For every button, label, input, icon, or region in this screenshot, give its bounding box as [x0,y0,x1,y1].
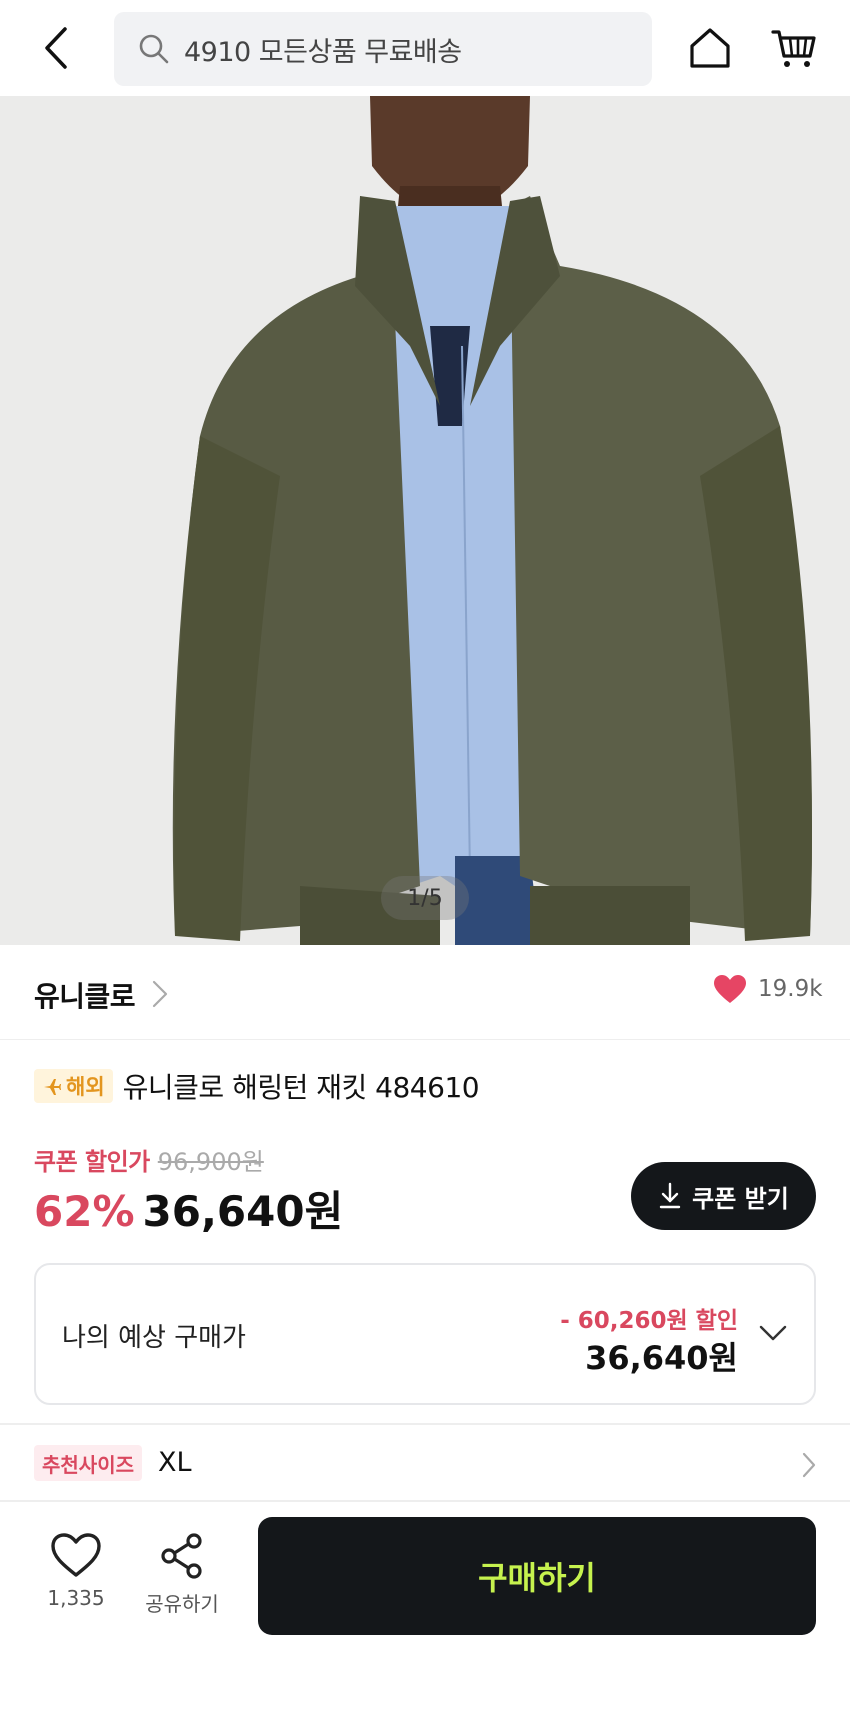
recommended-size-badge: 추천사이즈 [34,1445,142,1481]
wishlist-button[interactable]: 1,335 [44,1532,108,1632]
cart-button[interactable] [770,24,818,72]
heart-outline-icon [51,1533,101,1577]
product-photo [0,96,850,945]
chevron-right-icon [802,1452,816,1478]
brand-like-button[interactable]: 19.9k [712,973,823,1005]
image-counter: 1/5 [381,876,469,920]
search-input[interactable]: 4910 모든상품 무료배송 [114,12,652,86]
get-coupon-button[interactable]: 쿠폰 받기 [631,1162,816,1230]
home-button[interactable] [686,24,734,72]
bottom-action-bar: 1,335 공유하기 구매하기 [0,1502,850,1719]
overseas-badge-label: 해외 [66,1075,105,1099]
brand-row: 유니클로 19.9k [0,945,850,1040]
home-icon [690,28,730,68]
original-price: 96,900원 [157,1148,264,1176]
back-arrow-icon [45,27,67,69]
expected-price-box[interactable]: 나의 예상 구매가 - 60,260원 할인 36,640원 [34,1263,816,1405]
buy-button-label: 구매하기 [478,1559,596,1597]
discount-rate: 62% [34,1187,135,1236]
expected-price-label: 나의 예상 구매가 [62,1323,246,1353]
share-button[interactable]: 공유하기 [140,1532,224,1632]
price-row: 62% 36,640원 [34,1178,343,1239]
search-icon [138,32,172,66]
plane-icon [44,1079,61,1095]
product-title: 유니클로 해링턴 재킷 484610 [122,1071,480,1104]
expected-price: 36,640원 [585,1339,738,1377]
get-coupon-label: 쿠폰 받기 [692,1184,789,1213]
cart-icon [771,30,816,67]
wishlist-count: 1,335 [47,1586,105,1610]
sale-price: 36,640원 [142,1187,344,1236]
recommended-size-value: XL [158,1447,192,1478]
recommended-size-row[interactable]: 추천사이즈 XL [0,1425,850,1502]
buy-button[interactable]: 구매하기 [258,1517,816,1635]
share-icon [161,1533,202,1579]
expected-discount: - 60,260원 할인 [560,1308,738,1334]
chevron-right-icon[interactable] [150,979,170,1009]
product-title-row: 해외 유니클로 해링턴 재킷 484610 [34,1066,480,1106]
heart-filled-icon [714,975,746,1003]
product-image[interactable] [0,96,850,945]
back-button[interactable] [36,24,76,72]
coupon-price-label-row: 쿠폰 할인가 96,900원 [34,1142,264,1177]
top-app-bar: 4910 모든상품 무료배송 [0,0,850,96]
brand-name[interactable]: 유니클로 [34,975,136,1015]
download-icon [659,1182,681,1209]
brand-like-count: 19.9k [758,976,823,1002]
coupon-price-label: 쿠폰 할인가 [34,1148,150,1176]
overseas-badge: 해외 [34,1069,113,1103]
search-placeholder: 4910 모든상품 무료배송 [184,36,462,68]
chevron-down-icon [759,1325,787,1341]
share-label: 공유하기 [145,1592,219,1616]
